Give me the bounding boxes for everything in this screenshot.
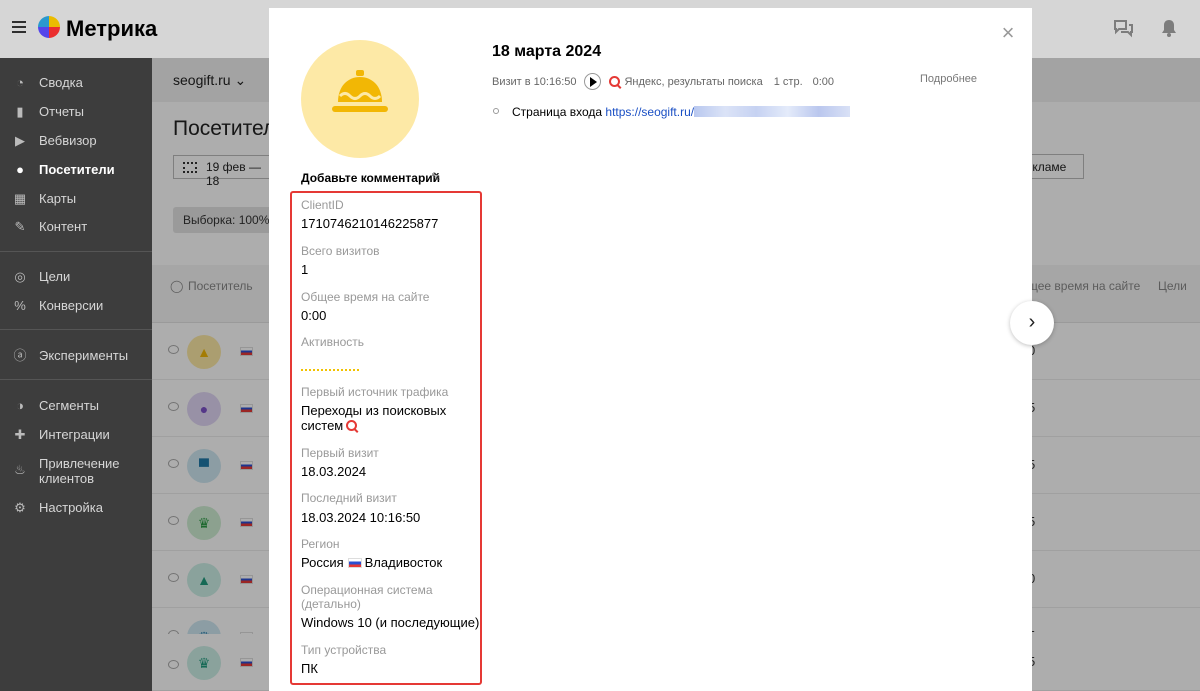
sidebar-item-maps[interactable]: ▦ Карты	[12, 191, 76, 207]
sidebar-item-reports[interactable]: ▮ Отчеты	[12, 104, 84, 120]
field-label-region: Регион	[301, 537, 340, 551]
sidebar-item-label: Интеграции	[39, 427, 110, 442]
content-icon: ✎	[14, 219, 26, 234]
integrations-icon: ✚	[14, 427, 26, 442]
field-value-last-visit: 18.03.2024 10:16:50	[301, 510, 421, 525]
visitor-icon: ●	[16, 162, 24, 177]
details-link[interactable]: Подробнее	[920, 73, 977, 85]
visit-date: 18 марта 2024	[492, 43, 602, 60]
sidebar-item-visitors[interactable]: ● Посетители	[12, 162, 115, 178]
blurred-url-path	[694, 106, 851, 117]
sidebar-item-segments[interactable]: ◑ Сегменты	[12, 398, 99, 414]
visit-summary: Визит в 10:16:50 Яндекс, результаты поис…	[492, 73, 834, 90]
sidebar-item-label: Эксперименты	[39, 348, 129, 363]
field-label-total-visits: Всего визитов	[301, 244, 380, 258]
field-label-total-time: Общее время на сайте	[301, 290, 430, 304]
field-value-clientid: 1710746210146225877	[301, 216, 439, 231]
acquisition-icon: ♨	[14, 462, 26, 477]
visit-pages: 1 стр.	[773, 75, 803, 88]
sidebar-item-label: Вебвизор	[39, 133, 97, 148]
cloche-icon	[332, 70, 388, 112]
sidebar-item-summary[interactable]: ◔ Сводка	[12, 75, 83, 91]
sidebar-item-label: Контент	[39, 219, 88, 234]
field-value-os: Windows 10 (и последующие)	[301, 615, 480, 630]
field-label-activity: Активность	[301, 335, 365, 349]
search-icon	[609, 76, 621, 87]
field-value-total-time: 0:00	[301, 308, 327, 323]
add-comment-link[interactable]: Добавьте комментарий	[301, 171, 440, 185]
sidebar-item-label: Посетители	[39, 162, 115, 177]
settings-icon: ⚙	[14, 500, 26, 515]
bullet-icon	[493, 108, 499, 114]
field-label-os: Операционная система (детально)	[301, 583, 433, 611]
sidebar-item-label: Сводка	[39, 75, 83, 90]
sidebar-item-content[interactable]: ✎ Контент	[12, 219, 88, 235]
next-visitor-button[interactable]: ›	[1010, 301, 1054, 345]
field-label-first-visit: Первый визит	[301, 446, 379, 460]
reports-icon: ▮	[16, 104, 24, 119]
conversions-icon: %	[14, 298, 26, 313]
play-icon[interactable]	[584, 73, 602, 90]
activity-indicator	[301, 369, 359, 371]
segments-icon: ◑	[16, 398, 24, 413]
sidebar-item-acquisition[interactable]: ♨ Привлечение клиентов	[12, 456, 132, 486]
sidebar-item-label: Привлечение клиентов	[39, 456, 120, 486]
sidebar-item-conversions[interactable]: % Конверсии	[12, 298, 103, 314]
sidebar-item-label: Сегменты	[39, 398, 100, 413]
field-value-total-visits: 1	[301, 262, 309, 277]
field-value-first-visit: 18.03.2024	[301, 464, 367, 479]
visit-duration: 0:00	[812, 75, 835, 88]
sidebar-item-goals[interactable]: ◎ Цели	[12, 269, 70, 285]
russia-flag-icon	[347, 558, 362, 568]
sidebar	[0, 58, 152, 691]
region-country: Россия	[301, 555, 344, 570]
field-value-first-source: Переходы из поисковых систем	[301, 403, 471, 433]
search-icon	[346, 420, 358, 431]
sidebar-item-experiments[interactable]: ⓐ Эксперименты	[12, 348, 128, 364]
field-label-first-source: Первый источник трафика	[301, 385, 449, 399]
close-icon[interactable]: ×	[997, 22, 1019, 44]
field-value-device: ПК	[301, 661, 318, 676]
maps-icon: ▦	[13, 191, 27, 206]
sidebar-item-label: Настройка	[39, 500, 103, 515]
field-label-clientid: ClientID	[301, 198, 344, 212]
sidebar-item-label: Цели	[39, 269, 71, 284]
webvisor-icon: ▶	[15, 133, 25, 148]
region-city: Владивосток	[364, 555, 443, 570]
dashboard-icon: ◔	[16, 75, 24, 90]
visit-source: Яндекс, результаты поиска	[624, 75, 763, 88]
first-source-text: Переходы из поисковых систем	[301, 403, 447, 433]
sidebar-divider	[0, 251, 152, 252]
entry-page: Страница входа https://seogift.ru/	[512, 105, 851, 119]
goals-icon: ◎	[14, 269, 26, 284]
visitor-avatar	[301, 40, 419, 158]
sidebar-item-label: Конверсии	[39, 298, 104, 313]
sidebar-item-integrations[interactable]: ✚ Интеграции	[12, 427, 110, 443]
field-label-device: Тип устройства	[301, 643, 387, 657]
sidebar-divider	[0, 379, 152, 380]
sidebar-item-settings[interactable]: ⚙ Настройка	[12, 500, 103, 516]
experiments-icon: ⓐ	[13, 348, 27, 363]
sidebar-divider	[0, 329, 152, 330]
sidebar-item-label: Карты	[39, 191, 77, 206]
chevron-right-icon: ›	[1028, 311, 1036, 333]
field-label-last-visit: Последний визит	[301, 491, 397, 505]
field-value-region: Россия Владивосток	[301, 555, 442, 570]
pencil-icon[interactable]: ✎	[431, 170, 441, 184]
entry-page-link[interactable]: https://seogift.ru/	[605, 105, 694, 119]
sidebar-item-label: Отчеты	[39, 104, 84, 119]
sidebar-item-webvisor[interactable]: ▶ Вебвизор	[12, 133, 97, 149]
visit-time: Визит в 10:16:50	[492, 75, 577, 88]
entry-page-label: Страница входа	[512, 105, 603, 119]
